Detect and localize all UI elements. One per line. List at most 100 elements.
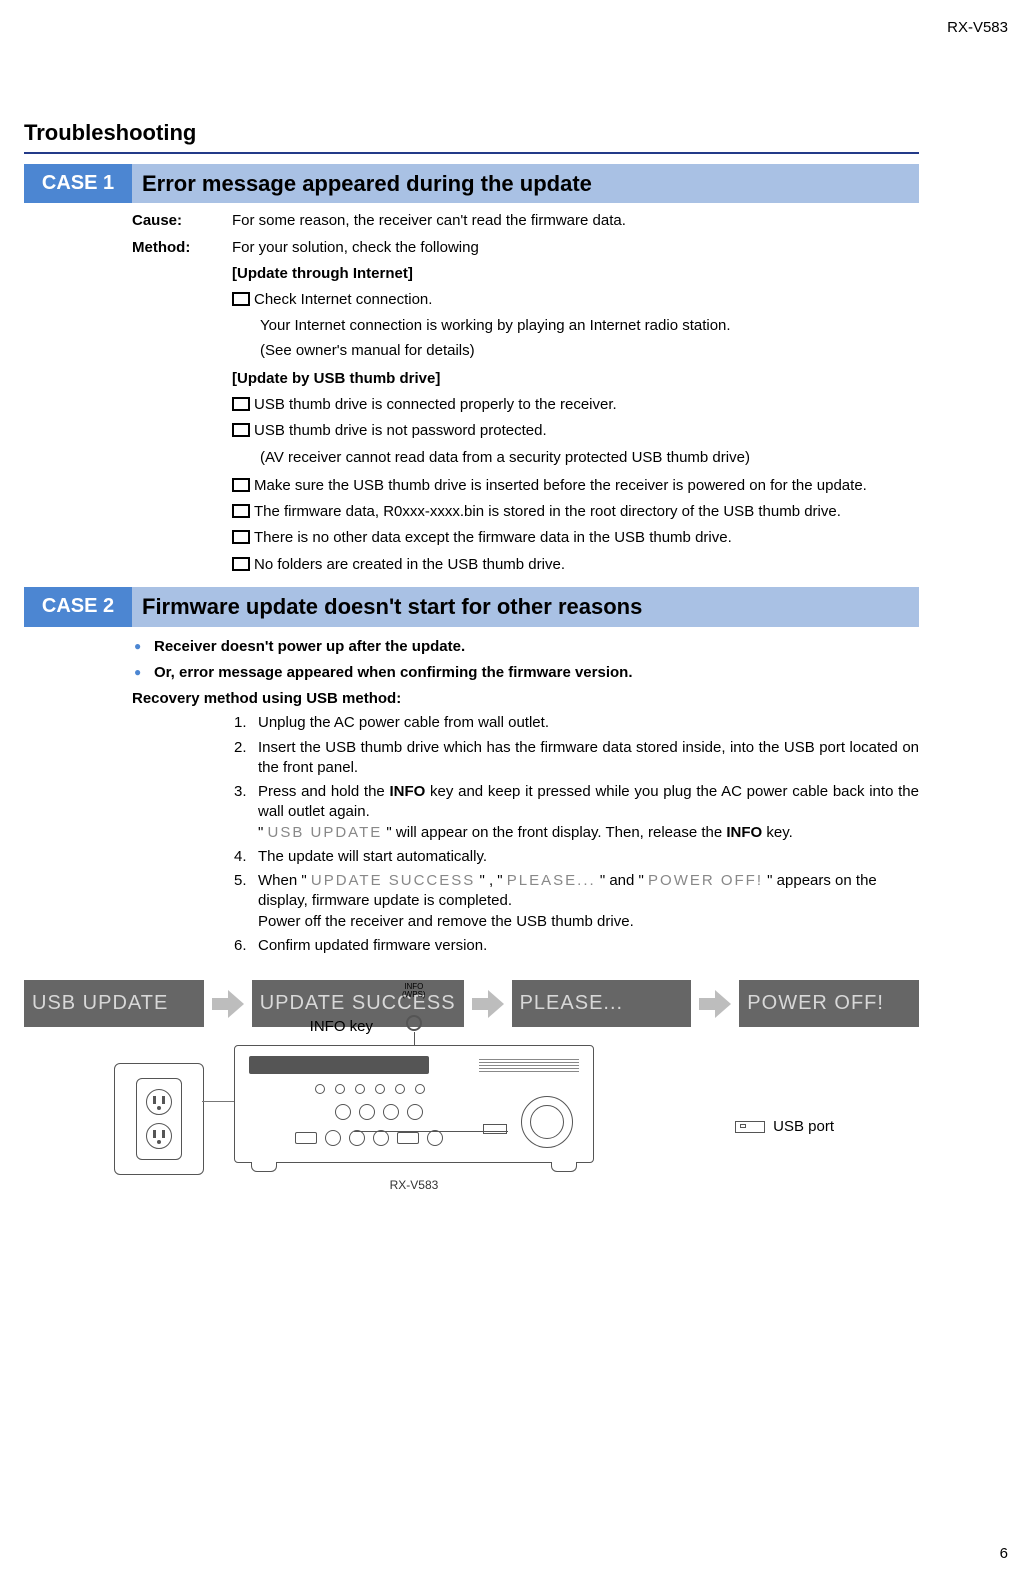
step-6: 6. Confirm updated firmware version. (234, 936, 919, 956)
text-part: " will appear on the front display. Then… (382, 824, 726, 841)
wall-outlet-icon (114, 1063, 204, 1175)
usb-subhead: [Update by USB thumb drive] (232, 369, 919, 389)
check-no-other-data: There is no other data except the firmwa… (232, 528, 919, 548)
step-text: Confirm updated firmware version. (258, 936, 919, 956)
info-top-text2: (WPS) (402, 990, 426, 999)
step-text: The update will start automatically. (258, 847, 919, 867)
step-5: 5. When " UPDATE SUCCESS " , " PLEASE...… (234, 871, 919, 932)
usb-password-note: (AV receiver cannot read data from a sec… (260, 448, 919, 468)
step-number: 4. (234, 847, 258, 867)
model-code: RX-V583 (947, 18, 1008, 38)
display-text-inline: USB UPDATE (268, 824, 383, 841)
step-number: 5. (234, 871, 258, 932)
check-text: The firmware data, R0xxx-xxxx.bin is sto… (254, 502, 919, 522)
cause-text: For some reason, the receiver can't read… (232, 211, 919, 231)
display-text-inline: PLEASE... (507, 872, 596, 889)
text-part: When " (258, 872, 311, 889)
lcd-power-off: POWER OFF! (739, 980, 919, 1027)
receiver-front-icon (234, 1045, 594, 1163)
usb-port-callout: USB port (735, 1117, 834, 1137)
check-no-folders: No folders are created in the USB thumb … (232, 555, 919, 575)
text-part: Press and hold the (258, 783, 389, 800)
check-text: USB thumb drive is not password protecte… (254, 421, 919, 441)
case2-label: CASE 2 (24, 587, 132, 627)
display-sequence: USB UPDATE UPDATE SUCCESS PLEASE... POWE… (24, 980, 919, 1027)
display-text-inline: POWER OFF! (648, 872, 763, 889)
lcd-usb-update: USB UPDATE (24, 980, 204, 1027)
display-text-inline: UPDATE SUCCESS (311, 872, 475, 889)
recovery-steps: 1. Unplug the AC power cable from wall o… (234, 713, 919, 956)
page-number: 6 (1000, 1544, 1008, 1564)
check-text: Check Internet connection. (254, 290, 919, 310)
step-number: 6. (234, 936, 258, 956)
text-part: " , " (475, 872, 507, 889)
checkbox-icon (232, 530, 250, 544)
case2-header: CASE 2 Firmware update doesn't start for… (24, 587, 919, 627)
info-top-label: INFO (WPS) (402, 983, 426, 999)
step-4: 4. The update will start automatically. (234, 847, 919, 867)
case2-bullets: Receiver doesn't power up after the upda… (132, 637, 919, 684)
step-3: 3. Press and hold the INFO key and keep … (234, 782, 919, 843)
receiver-illustration: INFO (WPS) INFO key USB port (234, 1045, 594, 1193)
case1-method-row: Method: For your solution, check the fol… (132, 238, 919, 258)
step-text: Insert the USB thumb drive which has the… (258, 738, 919, 779)
bullet-error-confirming: Or, error message appeared when confirmi… (132, 663, 919, 683)
lcd-please: PLEASE... (512, 980, 692, 1027)
text-part: key. (762, 824, 793, 841)
recovery-heading: Recovery method using USB method: (132, 689, 968, 709)
case1-label: CASE 1 (24, 164, 132, 204)
leader-line (354, 1131, 508, 1132)
check-firmware-root: The firmware data, R0xxx-xxxx.bin is sto… (232, 502, 919, 522)
info-key-callout: INFO key (310, 1017, 379, 1037)
text-part: Power off the receiver and remove the US… (258, 913, 634, 930)
internet-note-2: (See owner's manual for details) (260, 341, 919, 361)
checkbox-icon (232, 397, 250, 411)
leader-line (202, 1101, 234, 1102)
checkbox-icon (232, 504, 250, 518)
step-number: 1. (234, 713, 258, 733)
arrow-right-icon (699, 990, 731, 1018)
method-key: Method: (132, 238, 232, 258)
arrow-right-icon (472, 990, 504, 1018)
receiver-model-label: RX-V583 (234, 1177, 594, 1193)
bullet-no-power-up: Receiver doesn't power up after the upda… (132, 637, 919, 657)
method-text: For your solution, check the following (232, 238, 919, 258)
info-key-bold: INFO (389, 783, 425, 800)
check-usb-password: USB thumb drive is not password protecte… (232, 421, 919, 441)
usb-slot-icon (483, 1124, 507, 1134)
case1-body: Cause: For some reason, the receiver can… (132, 211, 919, 575)
check-text: Make sure the USB thumb drive is inserte… (254, 476, 919, 496)
troubleshooting-heading: Troubleshooting (24, 118, 919, 154)
step-text: Unplug the AC power cable from wall outl… (258, 713, 919, 733)
case1-title: Error message appeared during the update (132, 164, 919, 204)
usb-port-label: USB port (773, 1117, 834, 1137)
checkbox-icon (232, 423, 250, 437)
cause-key: Cause: (132, 211, 232, 231)
check-internet-connection: Check Internet connection. (232, 290, 919, 310)
text-part: " (258, 824, 268, 841)
step-number: 3. (234, 782, 258, 843)
step-2: 2. Insert the USB thumb drive which has … (234, 738, 919, 779)
usb-port-icon (735, 1121, 765, 1133)
check-text: There is no other data except the firmwa… (254, 528, 919, 548)
step-number: 2. (234, 738, 258, 779)
checkbox-icon (232, 478, 250, 492)
check-usb-connected: USB thumb drive is connected properly to… (232, 395, 919, 415)
check-text: USB thumb drive is connected properly to… (254, 395, 919, 415)
info-key-detail-icon (406, 1015, 422, 1031)
case2-title: Firmware update doesn't start for other … (132, 587, 919, 627)
checkbox-icon (232, 292, 250, 306)
step-1: 1. Unplug the AC power cable from wall o… (234, 713, 919, 733)
check-usb-inserted-before-power: Make sure the USB thumb drive is inserte… (232, 476, 919, 496)
text-part: " and " (596, 872, 648, 889)
internet-subhead: [Update through Internet] (232, 264, 919, 284)
checkbox-icon (232, 557, 250, 571)
arrow-right-icon (212, 990, 244, 1018)
info-key-bold: INFO (726, 824, 762, 841)
page: RX-V583 Troubleshooting CASE 1 Error mes… (0, 0, 1032, 1578)
device-illustration: INFO (WPS) INFO key USB port (24, 1045, 919, 1193)
step-text: When " UPDATE SUCCESS " , " PLEASE... " … (258, 871, 919, 932)
case1-header: CASE 1 Error message appeared during the… (24, 164, 919, 204)
check-text: No folders are created in the USB thumb … (254, 555, 919, 575)
step-text: Press and hold the INFO key and keep it … (258, 782, 919, 843)
